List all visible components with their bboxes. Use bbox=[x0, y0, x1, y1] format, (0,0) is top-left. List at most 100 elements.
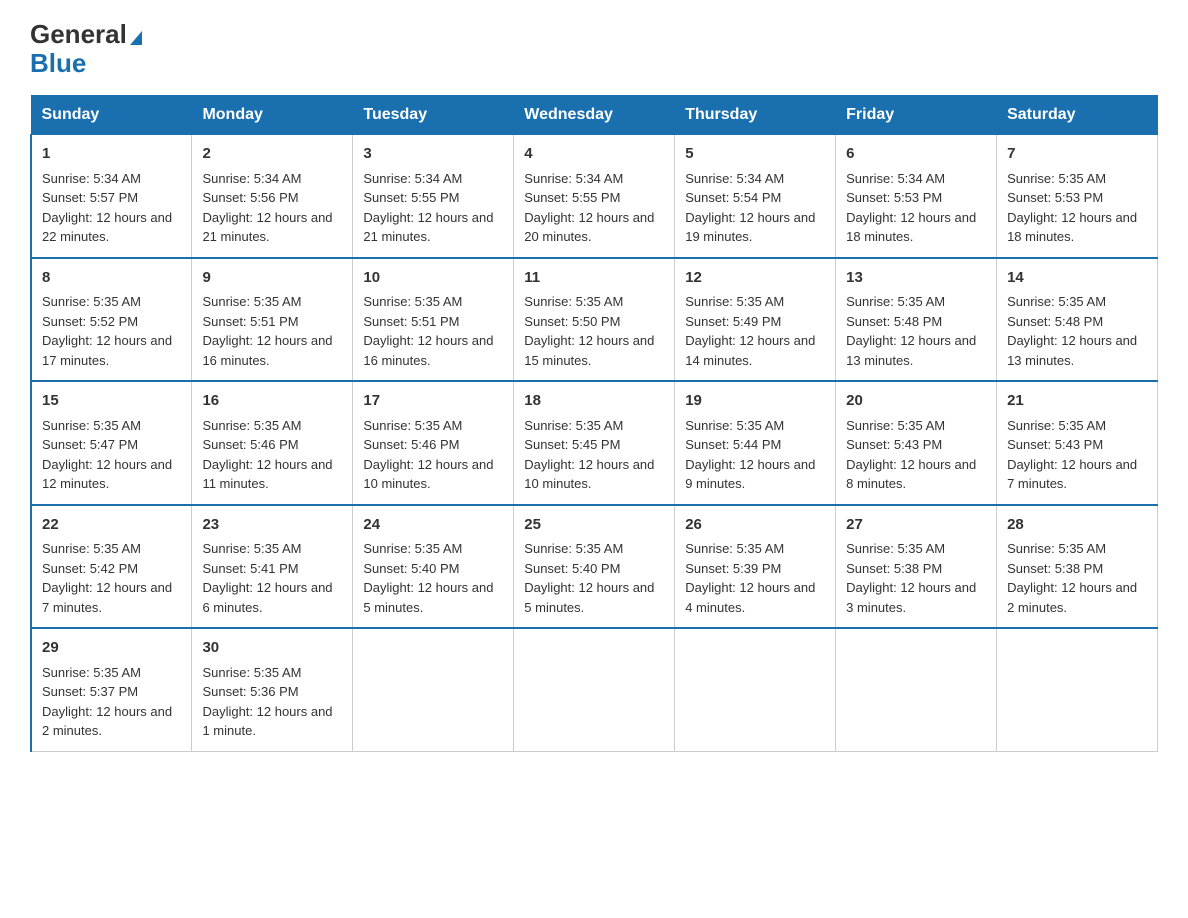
daylight-info: Daylight: 12 hours and 17 minutes. bbox=[42, 333, 172, 368]
header-sunday: Sunday bbox=[31, 96, 192, 135]
sunrise-info: Sunrise: 5:35 AM bbox=[846, 418, 945, 433]
calendar-cell: 8Sunrise: 5:35 AMSunset: 5:52 PMDaylight… bbox=[31, 258, 192, 382]
day-number: 7 bbox=[1007, 143, 1147, 166]
day-number: 11 bbox=[524, 267, 664, 290]
day-number: 14 bbox=[1007, 267, 1147, 290]
sunset-info: Sunset: 5:45 PM bbox=[524, 437, 620, 452]
calendar-cell: 10Sunrise: 5:35 AMSunset: 5:51 PMDayligh… bbox=[353, 258, 514, 382]
calendar-cell: 22Sunrise: 5:35 AMSunset: 5:42 PMDayligh… bbox=[31, 505, 192, 629]
calendar-cell: 20Sunrise: 5:35 AMSunset: 5:43 PMDayligh… bbox=[836, 381, 997, 505]
sunset-info: Sunset: 5:57 PM bbox=[42, 190, 138, 205]
sunrise-info: Sunrise: 5:35 AM bbox=[524, 541, 623, 556]
calendar-cell: 27Sunrise: 5:35 AMSunset: 5:38 PMDayligh… bbox=[836, 505, 997, 629]
sunset-info: Sunset: 5:51 PM bbox=[202, 314, 298, 329]
sunset-info: Sunset: 5:55 PM bbox=[363, 190, 459, 205]
calendar-cell: 12 Sunrise: 5:35 AM Sunset: 5:49 PM Dayligh… bbox=[675, 258, 836, 382]
calendar-header-row: SundayMondayTuesdayWednesdayThursdayFrid… bbox=[31, 96, 1158, 135]
sunset-info: Sunset: 5:42 PM bbox=[42, 561, 138, 576]
day-number: 1 bbox=[42, 143, 181, 166]
sunset-info: Sunset: 5:44 PM bbox=[685, 437, 781, 452]
calendar-cell bbox=[514, 628, 675, 751]
sunrise-info: Sunrise: 5:35 AM bbox=[202, 665, 301, 680]
sunrise-info: Sunrise: 5:34 AM bbox=[524, 171, 623, 186]
daylight-info: Daylight: 12 hours and 5 minutes. bbox=[363, 580, 493, 615]
daylight-info: Daylight: 12 hours and 14 minutes. bbox=[685, 333, 815, 368]
day-number: 28 bbox=[1007, 514, 1147, 537]
sunset-info: Sunset: 5:49 PM bbox=[685, 314, 781, 329]
sunset-info: Sunset: 5:48 PM bbox=[1007, 314, 1103, 329]
daylight-info: Daylight: 12 hours and 21 minutes. bbox=[202, 210, 332, 245]
sunset-info: Sunset: 5:40 PM bbox=[363, 561, 459, 576]
sunset-info: Sunset: 5:53 PM bbox=[846, 190, 942, 205]
sunrise-info: Sunrise: 5:34 AM bbox=[202, 171, 301, 186]
calendar-cell: 21Sunrise: 5:35 AMSunset: 5:43 PMDayligh… bbox=[997, 381, 1158, 505]
calendar-cell bbox=[675, 628, 836, 751]
week-row-2: 8Sunrise: 5:35 AMSunset: 5:52 PMDaylight… bbox=[31, 258, 1158, 382]
day-number: 3 bbox=[363, 143, 503, 166]
calendar-cell: 6Sunrise: 5:34 AMSunset: 5:53 PMDaylight… bbox=[836, 135, 997, 258]
sunset-info: Sunset: 5:54 PM bbox=[685, 190, 781, 205]
daylight-info: Daylight: 12 hours and 15 minutes. bbox=[524, 333, 654, 368]
day-number: 4 bbox=[524, 143, 664, 166]
day-number: 25 bbox=[524, 514, 664, 537]
sunrise-info: Sunrise: 5:35 AM bbox=[1007, 294, 1106, 309]
calendar-cell: 29Sunrise: 5:35 AMSunset: 5:37 PMDayligh… bbox=[31, 628, 192, 751]
sunset-info: Sunset: 5:36 PM bbox=[202, 684, 298, 699]
sunrise-info: Sunrise: 5:35 AM bbox=[524, 294, 623, 309]
calendar-cell: 15Sunrise: 5:35 AMSunset: 5:47 PMDayligh… bbox=[31, 381, 192, 505]
sunset-info: Sunset: 5:55 PM bbox=[524, 190, 620, 205]
sunrise-info: Sunrise: 5:35 AM bbox=[685, 541, 784, 556]
calendar-cell: 16Sunrise: 5:35 AMSunset: 5:46 PMDayligh… bbox=[192, 381, 353, 505]
sunrise-info: Sunrise: 5:35 AM bbox=[846, 541, 945, 556]
sunset-info: Sunset: 5:41 PM bbox=[202, 561, 298, 576]
sunrise-info: Sunrise: 5:35 AM bbox=[363, 294, 462, 309]
sunrise-info: Sunrise: 5:34 AM bbox=[846, 171, 945, 186]
daylight-info: Daylight: 12 hours and 20 minutes. bbox=[524, 210, 654, 245]
day-number: 10 bbox=[363, 267, 503, 290]
calendar-cell: 13Sunrise: 5:35 AMSunset: 5:48 PMDayligh… bbox=[836, 258, 997, 382]
sunset-info: Sunset: 5:39 PM bbox=[685, 561, 781, 576]
calendar-cell: 14Sunrise: 5:35 AMSunset: 5:48 PMDayligh… bbox=[997, 258, 1158, 382]
sunrise-info: Sunrise: 5:35 AM bbox=[202, 294, 301, 309]
week-row-3: 15Sunrise: 5:35 AMSunset: 5:47 PMDayligh… bbox=[31, 381, 1158, 505]
calendar-cell: 24Sunrise: 5:35 AMSunset: 5:40 PMDayligh… bbox=[353, 505, 514, 629]
day-number: 5 bbox=[685, 143, 825, 166]
sunset-info: Sunset: 5:48 PM bbox=[846, 314, 942, 329]
sunset-info: Sunset: 5:37 PM bbox=[42, 684, 138, 699]
sunrise-info: Sunrise: 5:35 AM bbox=[685, 294, 784, 309]
day-number: 26 bbox=[685, 514, 825, 537]
day-number: 2 bbox=[202, 143, 342, 166]
header-saturday: Saturday bbox=[997, 96, 1158, 135]
calendar-cell bbox=[353, 628, 514, 751]
sunrise-info: Sunrise: 5:35 AM bbox=[363, 541, 462, 556]
day-number: 6 bbox=[846, 143, 986, 166]
calendar-cell: 7Sunrise: 5:35 AMSunset: 5:53 PMDaylight… bbox=[997, 135, 1158, 258]
daylight-info: Daylight: 12 hours and 10 minutes. bbox=[524, 457, 654, 492]
daylight-info: Daylight: 12 hours and 18 minutes. bbox=[1007, 210, 1137, 245]
header-wednesday: Wednesday bbox=[514, 96, 675, 135]
day-number: 12 bbox=[685, 267, 825, 290]
sunrise-info: Sunrise: 5:35 AM bbox=[363, 418, 462, 433]
daylight-info: Daylight: 12 hours and 21 minutes. bbox=[363, 210, 493, 245]
calendar-cell: 26Sunrise: 5:35 AMSunset: 5:39 PMDayligh… bbox=[675, 505, 836, 629]
sunrise-info: Sunrise: 5:35 AM bbox=[1007, 171, 1106, 186]
calendar-cell: 4 Sunrise: 5:34 AM Sunset: 5:55 PM Daylight… bbox=[514, 135, 675, 258]
day-number: 20 bbox=[846, 390, 986, 413]
sunrise-info: Sunrise: 5:35 AM bbox=[1007, 541, 1106, 556]
daylight-info: Daylight: 12 hours and 5 minutes. bbox=[524, 580, 654, 615]
day-number: 13 bbox=[846, 267, 986, 290]
sunrise-info: Sunrise: 5:35 AM bbox=[42, 541, 141, 556]
calendar-cell: 30Sunrise: 5:35 AMSunset: 5:36 PMDayligh… bbox=[192, 628, 353, 751]
sunrise-info: Sunrise: 5:35 AM bbox=[202, 418, 301, 433]
daylight-info: Daylight: 12 hours and 1 minute. bbox=[202, 704, 332, 739]
day-number: 19 bbox=[685, 390, 825, 413]
daylight-info: Daylight: 12 hours and 6 minutes. bbox=[202, 580, 332, 615]
logo: General Blue bbox=[30, 20, 142, 77]
calendar-cell: 19Sunrise: 5:35 AMSunset: 5:44 PMDayligh… bbox=[675, 381, 836, 505]
daylight-info: Daylight: 12 hours and 9 minutes. bbox=[685, 457, 815, 492]
page-header: General Blue bbox=[30, 20, 1158, 77]
header-tuesday: Tuesday bbox=[353, 96, 514, 135]
sunrise-info: Sunrise: 5:35 AM bbox=[1007, 418, 1106, 433]
calendar-cell: 1Sunrise: 5:34 AMSunset: 5:57 PMDaylight… bbox=[31, 135, 192, 258]
sunset-info: Sunset: 5:43 PM bbox=[1007, 437, 1103, 452]
